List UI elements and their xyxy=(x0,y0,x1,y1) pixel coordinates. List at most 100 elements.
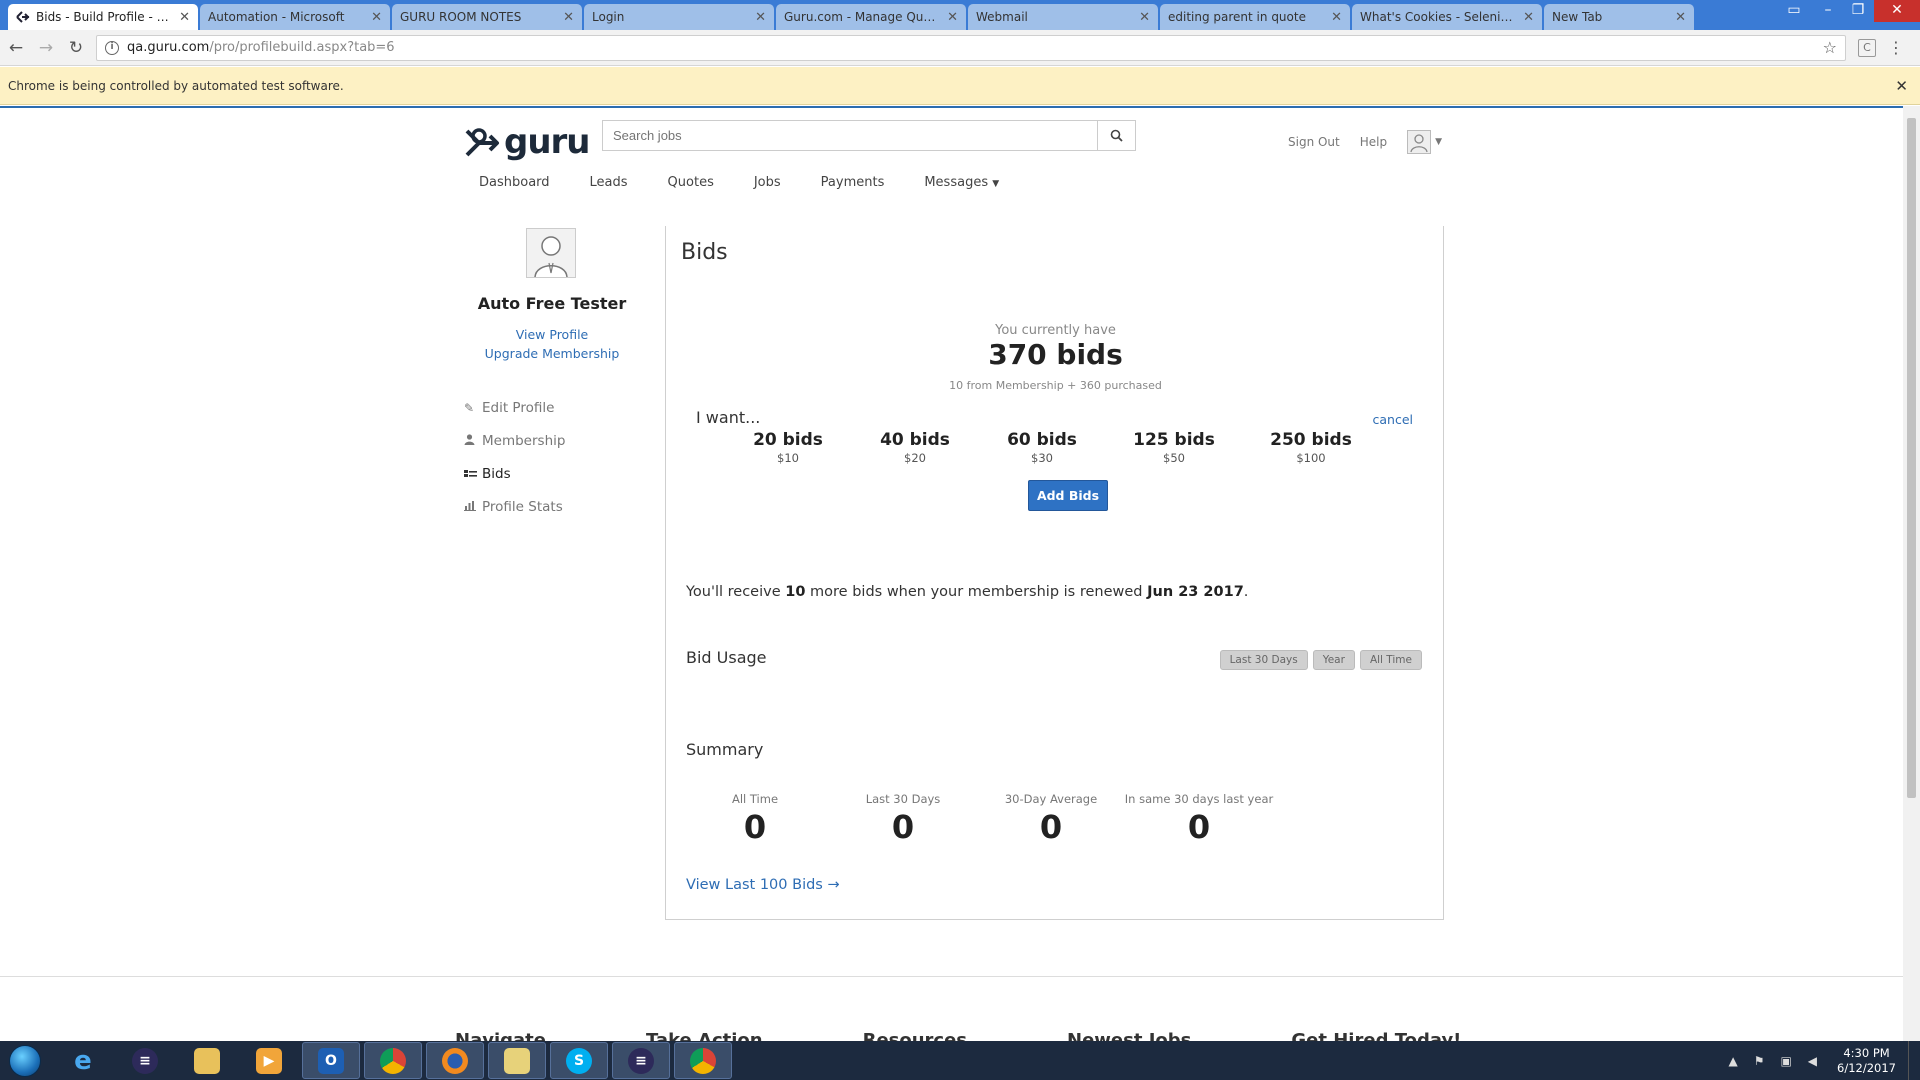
search-icon xyxy=(1110,129,1123,142)
volume-icon[interactable]: ◀ xyxy=(1808,1054,1817,1068)
extension-icon[interactable]: C xyxy=(1858,38,1876,57)
taskbar-eclipse[interactable]: ≡ xyxy=(116,1042,174,1079)
browser-tab-active[interactable]: Bids - Build Profile - Free ✕ xyxy=(8,4,198,30)
browser-tab[interactable]: GURU ROOM NOTES ✕ xyxy=(392,4,582,30)
taskbar-media[interactable]: ▶ xyxy=(240,1042,298,1079)
reload-icon[interactable]: ↻ xyxy=(62,34,90,62)
address-bar[interactable]: i qa.guru.com/pro/profilebuild.aspx?tab=… xyxy=(96,34,1846,61)
taskbar-firefox[interactable] xyxy=(426,1042,484,1079)
nav-leads[interactable]: Leads xyxy=(590,175,628,190)
search-input[interactable] xyxy=(603,121,1097,150)
tab-title: editing parent in quote xyxy=(1168,10,1306,24)
upgrade-membership-link[interactable]: Upgrade Membership xyxy=(462,346,642,361)
taskbar-ie[interactable]: e xyxy=(54,1042,112,1079)
maximize-icon[interactable]: ❐ xyxy=(1844,0,1872,22)
browser-tab[interactable]: Automation - Microsoft ✕ xyxy=(200,4,390,30)
cancel-link[interactable]: cancel xyxy=(1373,412,1414,427)
taskbar-chrome-2[interactable] xyxy=(674,1042,732,1079)
tab-close-icon[interactable]: ✕ xyxy=(1675,10,1686,25)
sticky-notes-icon xyxy=(504,1047,530,1074)
package-bids: 60 bids xyxy=(1007,430,1077,450)
tab-close-icon[interactable]: ✕ xyxy=(371,10,382,25)
show-desktop-button[interactable] xyxy=(1908,1041,1920,1080)
help-link[interactable]: Help xyxy=(1360,135,1387,149)
filter-all-time[interactable]: All Time xyxy=(1359,650,1422,670)
bids-panel: Bids You currently have 370 bids 10 from… xyxy=(665,226,1444,920)
nav-messages[interactable]: Messages ▼ xyxy=(924,175,999,190)
renew-date: Jun 23 2017 xyxy=(1147,584,1244,600)
bid-package-option[interactable]: 40 bids $20 xyxy=(855,430,975,465)
browser-tab[interactable]: Login ✕ xyxy=(584,4,774,30)
browser-menu-icon[interactable]: ⋮ xyxy=(1888,38,1904,57)
start-button[interactable] xyxy=(0,1041,50,1080)
bid-package-option[interactable]: 60 bids $30 xyxy=(982,430,1102,465)
browser-tab[interactable]: editing parent in quote ✕ xyxy=(1160,4,1350,30)
skype-icon: S xyxy=(566,1047,592,1074)
taskbar-outlook[interactable]: O xyxy=(302,1042,360,1079)
browser-tab[interactable]: Guru.com - Manage Quotes ✕ xyxy=(776,4,966,30)
avatar[interactable] xyxy=(1407,130,1432,154)
browser-tab[interactable]: Webmail ✕ xyxy=(968,4,1158,30)
taskbar-notes[interactable] xyxy=(488,1042,546,1079)
footer-heading: Newest Jobs xyxy=(1067,1030,1192,1041)
bid-package-option[interactable]: 250 bids $100 xyxy=(1251,430,1371,465)
nav-jobs[interactable]: Jobs xyxy=(754,175,781,190)
tab-close-icon[interactable]: ✕ xyxy=(179,10,190,25)
chrome-icon xyxy=(690,1047,716,1074)
tab-close-icon[interactable]: ✕ xyxy=(563,10,574,25)
forward-arrow-icon[interactable]: → xyxy=(32,34,60,62)
sidebar-item-edit-profile[interactable]: ✎ Edit Profile xyxy=(464,391,642,424)
filter-last-30-days[interactable]: Last 30 Days xyxy=(1219,650,1308,670)
view-profile-link[interactable]: View Profile xyxy=(462,327,642,342)
profile-user-icon[interactable]: ▭ xyxy=(1780,0,1808,22)
view-last-bids-link[interactable]: View Last 100 Bids → xyxy=(686,877,840,893)
nav-dashboard[interactable]: Dashboard xyxy=(479,175,550,190)
tab-close-icon[interactable]: ✕ xyxy=(755,10,766,25)
sign-out-link[interactable]: Sign Out xyxy=(1288,135,1340,149)
sidebar-item-membership[interactable]: Membership xyxy=(464,424,642,457)
logo-text: guru xyxy=(504,122,591,162)
pencil-icon: ✎ xyxy=(464,400,475,415)
taskbar-explorer[interactable] xyxy=(178,1042,236,1079)
tab-close-icon[interactable]: ✕ xyxy=(1139,10,1150,25)
taskbar-clock[interactable]: 4:30 PM 6/12/2017 xyxy=(1837,1046,1896,1076)
bid-package-option[interactable]: 20 bids $10 xyxy=(728,430,848,465)
network-icon[interactable]: ▣ xyxy=(1780,1054,1791,1068)
window-close-icon[interactable]: ✕ xyxy=(1874,0,1920,22)
bid-package-option[interactable]: 125 bids $50 xyxy=(1114,430,1234,465)
page-scrollbar[interactable] xyxy=(1903,106,1920,1041)
taskbar-skype[interactable]: S xyxy=(550,1042,608,1079)
sidebar-item-label: Bids xyxy=(482,465,511,482)
add-bids-button[interactable]: Add Bids xyxy=(1028,480,1108,511)
i-want-label: I want... xyxy=(696,408,761,427)
tab-close-icon[interactable]: ✕ xyxy=(1331,10,1342,25)
taskbar-eclipse-2[interactable]: ≡ xyxy=(612,1042,670,1079)
search-button[interactable] xyxy=(1097,121,1135,150)
clock-time: 4:30 PM xyxy=(1843,1045,1890,1060)
nav-quotes[interactable]: Quotes xyxy=(668,175,714,190)
package-price: $50 xyxy=(1163,451,1185,465)
taskbar-chrome[interactable] xyxy=(364,1042,422,1079)
sidebar-item-profile-stats[interactable]: Profile Stats xyxy=(464,490,642,523)
chevron-down-icon[interactable]: ▼ xyxy=(1435,137,1442,147)
profile-name: Auto Free Tester xyxy=(477,294,627,313)
info-icon[interactable]: i xyxy=(105,40,119,55)
back-arrow-icon[interactable]: ← xyxy=(2,34,30,62)
browser-tab[interactable]: New Tab ✕ xyxy=(1544,4,1694,30)
minimize-icon[interactable]: – xyxy=(1814,0,1842,22)
package-bids: 250 bids xyxy=(1270,430,1352,450)
automation-infobar: Chrome is being controlled by automated … xyxy=(0,67,1920,105)
infobar-close-icon[interactable]: ✕ xyxy=(1895,77,1908,95)
tab-close-icon[interactable]: ✕ xyxy=(1523,10,1534,25)
scrollbar-thumb[interactable] xyxy=(1907,118,1916,798)
sidebar-item-bids[interactable]: Bids xyxy=(464,457,642,490)
package-price: $20 xyxy=(904,451,926,465)
filter-year[interactable]: Year xyxy=(1312,650,1355,670)
tab-close-icon[interactable]: ✕ xyxy=(947,10,958,25)
guru-logo[interactable]: guru xyxy=(464,122,591,162)
nav-payments[interactable]: Payments xyxy=(821,175,885,190)
tray-expand-icon[interactable]: ▲ xyxy=(1728,1054,1737,1068)
action-center-flag-icon[interactable]: ⚑ xyxy=(1754,1054,1765,1068)
bookmark-star-icon[interactable]: ☆ xyxy=(1823,38,1837,57)
browser-tab[interactable]: What's Cookies - Selenium ✕ xyxy=(1352,4,1542,30)
